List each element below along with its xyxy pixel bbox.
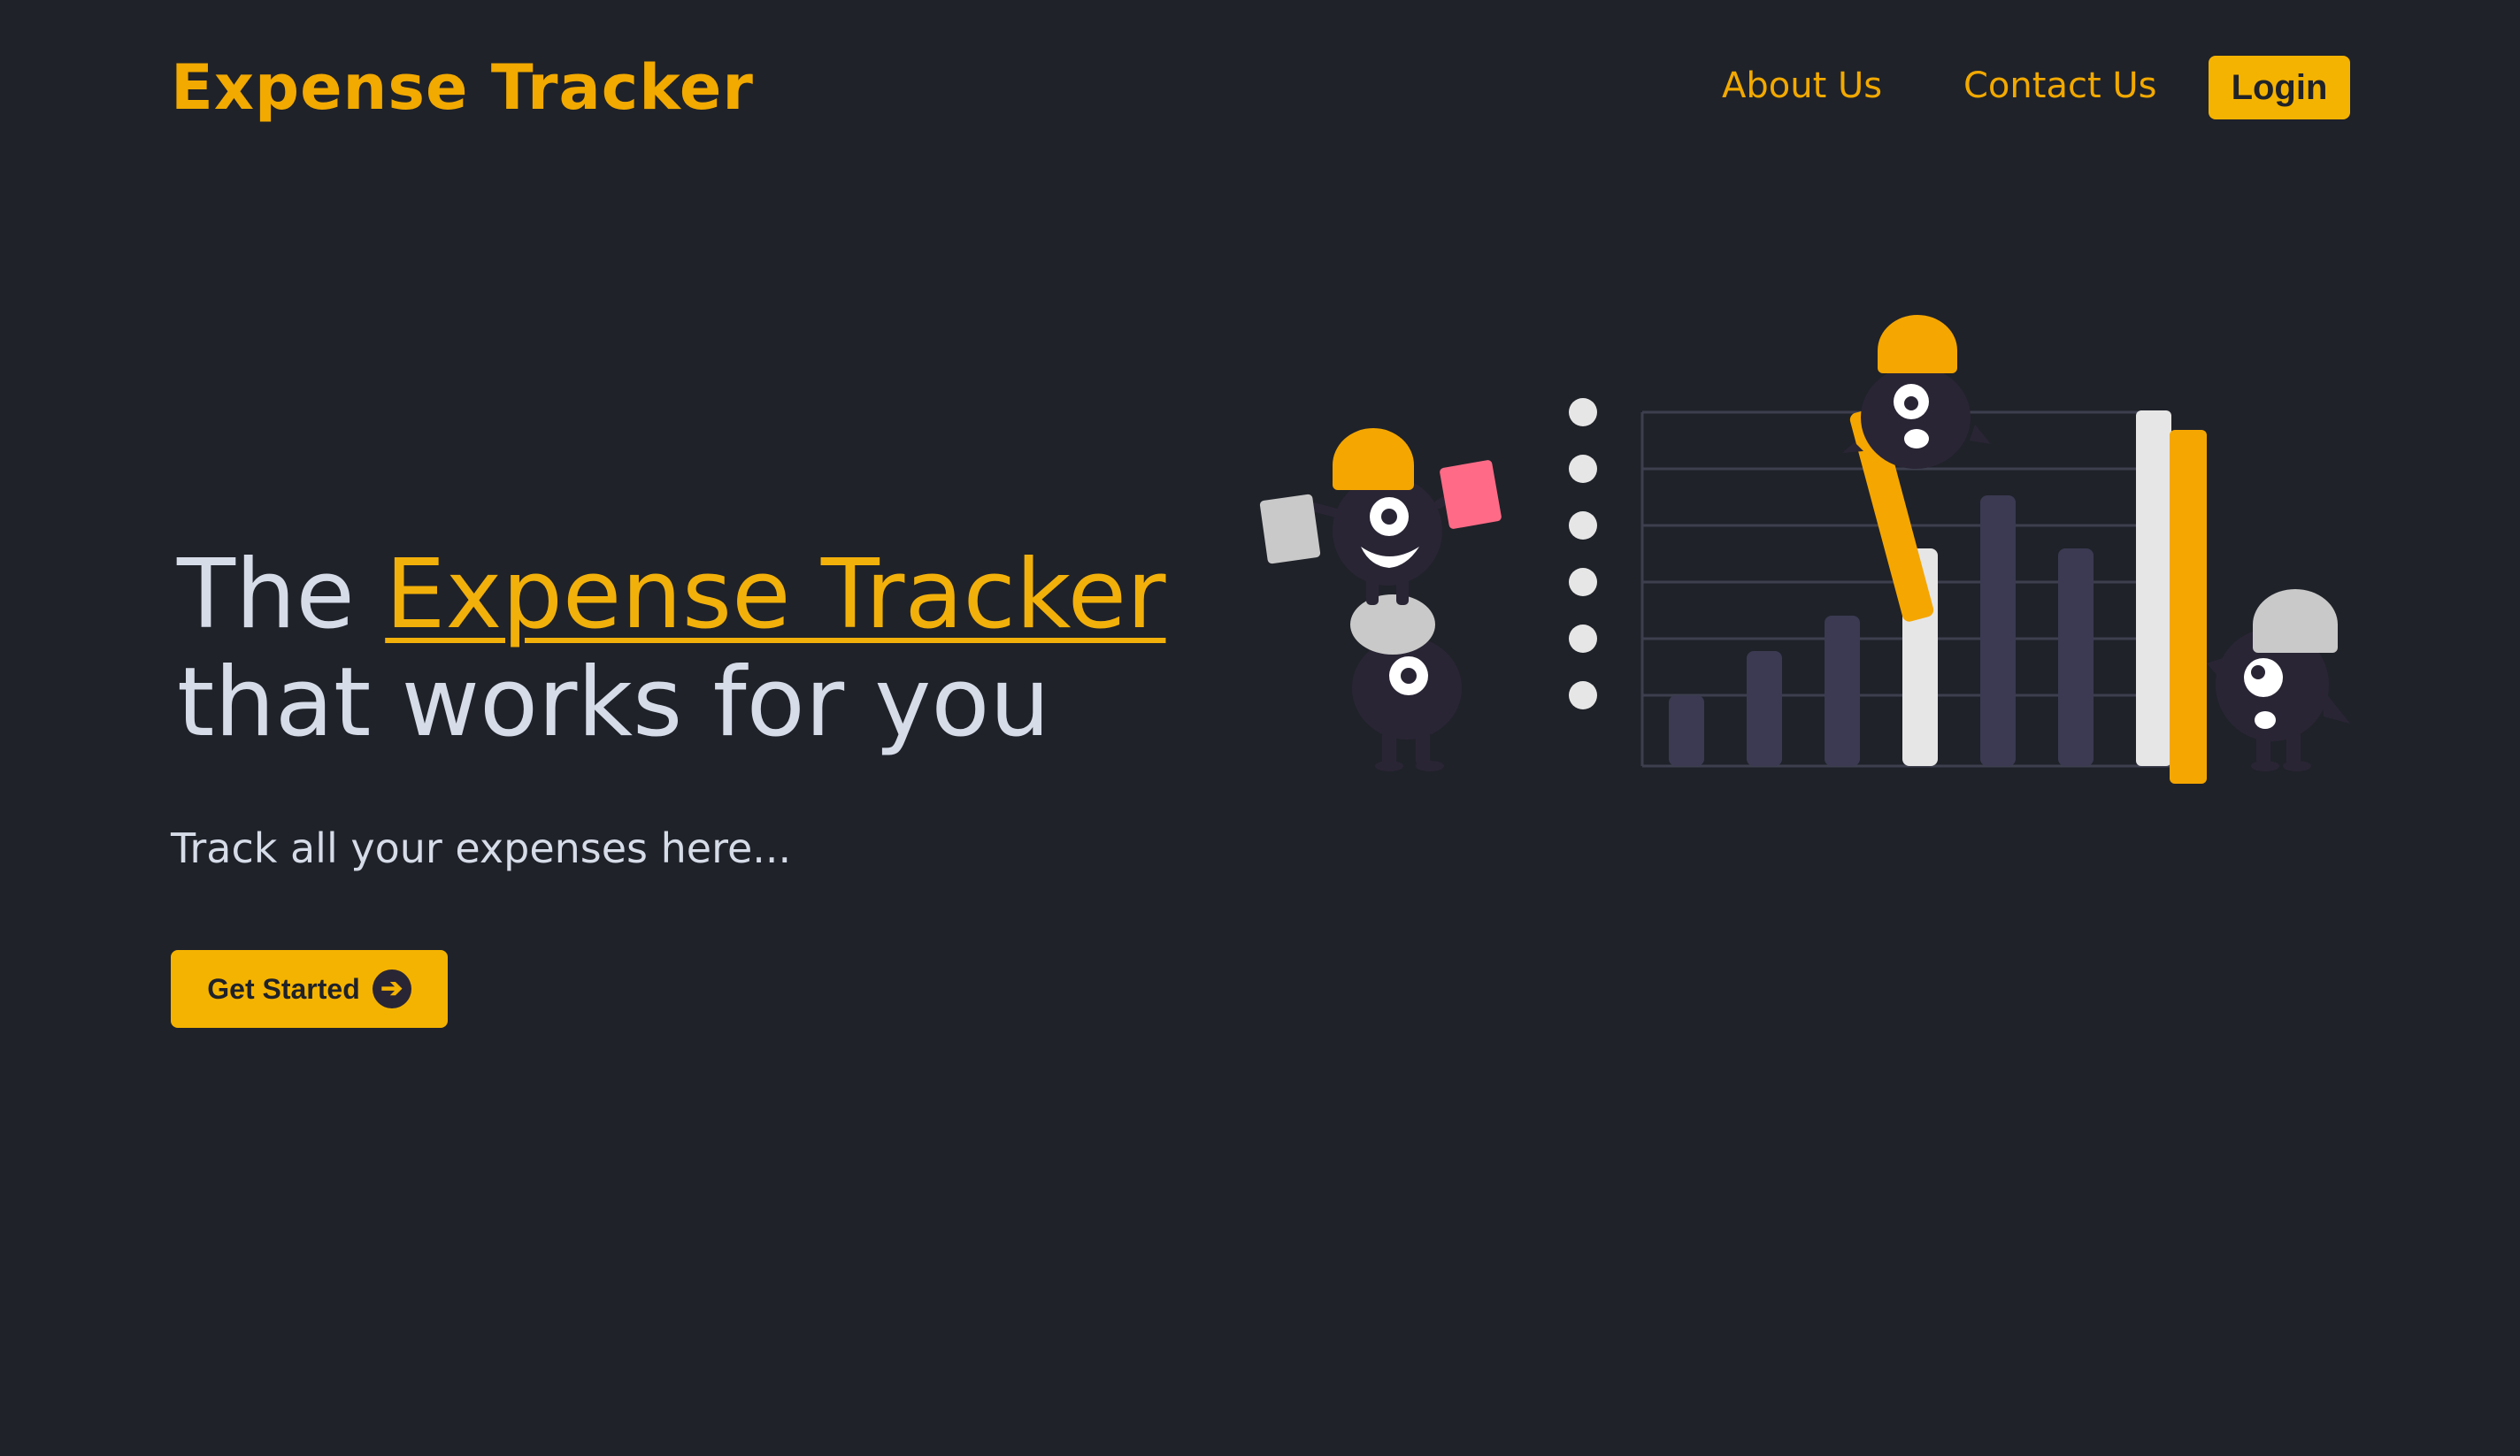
nav-link-contact-us[interactable]: Contact Us	[1963, 65, 2156, 106]
hero-title-line2: that works for you	[177, 648, 1050, 758]
nav-link-about-us[interactable]: About Us	[1722, 65, 1882, 106]
hero-title: The Expense Tracker that works for you	[177, 541, 1165, 757]
character-stack	[1259, 428, 1502, 771]
hero-title-highlight: Expense Tracker	[385, 540, 1166, 650]
arrow-right-circle-icon: ➔	[372, 969, 411, 1008]
bar	[1980, 495, 2016, 766]
navbar: Expense Tracker About Us Contact Us Logi…	[0, 0, 2520, 177]
pink-flag	[1440, 460, 1502, 529]
bar-highlight	[2136, 410, 2171, 766]
bar	[1669, 695, 1704, 766]
bar	[2058, 548, 2094, 766]
bar-accent	[2170, 430, 2207, 784]
get-started-button[interactable]: Get Started ➔	[171, 950, 448, 1028]
chart-bars	[1669, 410, 2207, 784]
hero-illustration	[1259, 315, 2350, 784]
login-button[interactable]: Login	[2209, 56, 2350, 119]
bar	[1825, 616, 1860, 766]
get-started-label: Get Started	[207, 972, 360, 1005]
bullet-dots	[1569, 398, 1597, 709]
grey-flag	[1259, 494, 1321, 564]
hero-subtitle: Track all your expenses here...	[171, 824, 792, 872]
character-right	[2207, 589, 2350, 771]
brand-logo-link[interactable]: Expense Tracker	[171, 51, 754, 124]
hero-title-prefix: The	[177, 540, 355, 650]
bar	[1747, 651, 1782, 766]
